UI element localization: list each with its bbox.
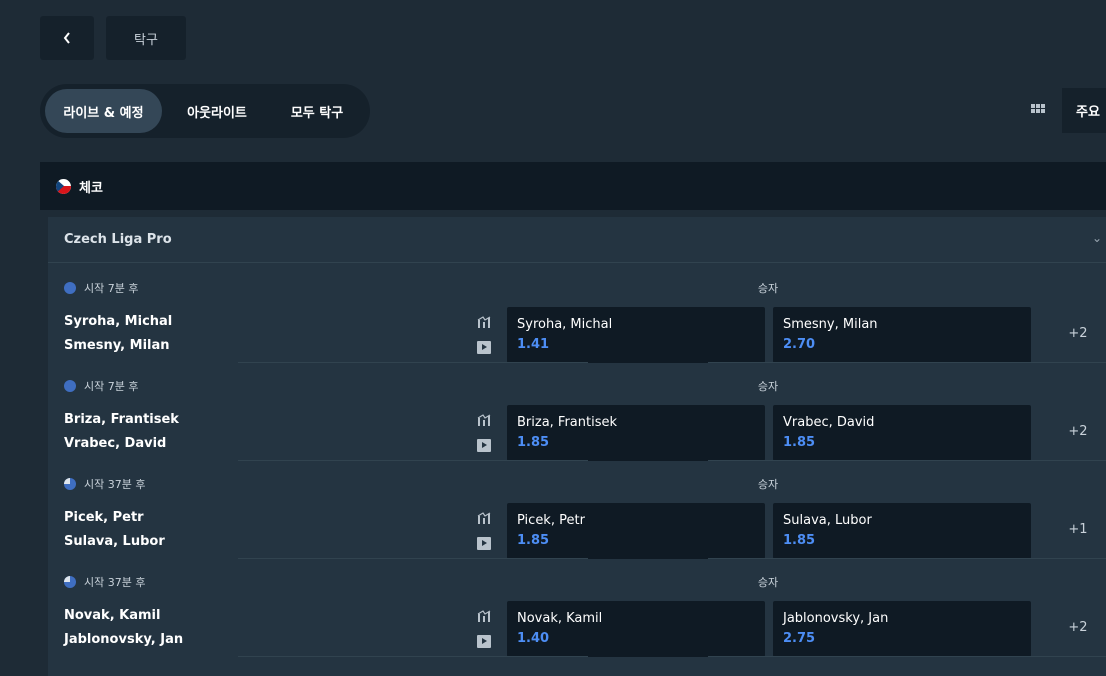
player-home[interactable]: Briza, Frantisek xyxy=(64,412,179,427)
stats-icon[interactable] xyxy=(477,414,491,426)
divider xyxy=(708,460,1106,461)
divider xyxy=(238,460,588,461)
live-stream-icon[interactable] xyxy=(477,635,491,648)
odds-button[interactable]: Picek, Petr 1.85 xyxy=(507,503,765,559)
tab-outrights[interactable]: 아웃라이트 xyxy=(162,89,272,133)
player-away[interactable]: Smesny, Milan xyxy=(64,338,170,353)
main-markets-button[interactable]: 주요 xyxy=(1062,88,1106,133)
match-row: 시작 7분 후 승자 Briza, Frantisek Vrabec, Davi… xyxy=(48,362,1106,461)
divider xyxy=(708,558,1106,559)
chevron-down-icon[interactable]: ⌄ xyxy=(1092,231,1102,245)
match-start-time: 시작 7분 후 xyxy=(64,280,138,296)
player-away[interactable]: Vrabec, David xyxy=(64,436,166,451)
grid-icon[interactable] xyxy=(1031,104,1045,113)
tab-all-table-tennis[interactable]: 모두 탁구 xyxy=(272,89,362,133)
divider xyxy=(238,362,588,363)
clock-icon xyxy=(64,380,76,392)
live-stream-icon[interactable] xyxy=(477,537,491,550)
top-bar: 탁구 xyxy=(40,16,186,60)
odds-button[interactable]: Vrabec, David 1.85 xyxy=(773,405,1031,461)
player-home[interactable]: Picek, Petr xyxy=(64,510,144,525)
match-start-time: 시작 37분 후 xyxy=(64,476,145,492)
country-header[interactable]: 체코 xyxy=(40,162,1106,210)
match-row: 시작 7분 후 승자 Syroha, Michal Smesny, Milan … xyxy=(48,264,1106,363)
divider xyxy=(708,656,1106,657)
divider xyxy=(238,558,588,559)
odds-button[interactable]: Novak, Kamil 1.40 xyxy=(507,601,765,657)
league-header[interactable]: Czech Liga Pro xyxy=(48,217,1106,263)
player-home[interactable]: Novak, Kamil xyxy=(64,608,160,623)
live-stream-icon[interactable] xyxy=(477,341,491,354)
back-button[interactable] xyxy=(40,16,94,60)
stats-icon[interactable] xyxy=(477,512,491,524)
market-label: 승자 xyxy=(757,478,779,491)
odds-button[interactable]: Sulava, Lubor 1.85 xyxy=(773,503,1031,559)
market-label: 승자 xyxy=(757,576,779,589)
clock-icon xyxy=(64,576,76,588)
match-row: 시작 37분 후 승자 Picek, Petr Sulava, Lubor Pi… xyxy=(48,460,1106,559)
live-stream-icon[interactable] xyxy=(477,439,491,452)
match-start-time: 시작 37분 후 xyxy=(64,574,145,590)
country-name: 체코 xyxy=(79,180,103,196)
player-home[interactable]: Syroha, Michal xyxy=(64,314,172,329)
stats-icon[interactable] xyxy=(477,316,491,328)
market-label: 승자 xyxy=(757,282,779,295)
filter-tabs: 라이브 & 예정 아웃라이트 모두 탁구 xyxy=(40,84,370,138)
tab-live-upcoming[interactable]: 라이브 & 예정 xyxy=(45,89,162,133)
match-start-time: 시작 7분 후 xyxy=(64,378,138,394)
breadcrumb-sport[interactable]: 탁구 xyxy=(106,16,186,60)
stats-icon[interactable] xyxy=(477,610,491,622)
odds-button[interactable]: Jablonovsky, Jan 2.75 xyxy=(773,601,1031,657)
league-name: Czech Liga Pro xyxy=(64,232,172,247)
odds-button[interactable]: Syroha, Michal 1.41 xyxy=(507,307,765,363)
more-markets-button[interactable]: +2 xyxy=(1058,424,1098,439)
more-markets-button[interactable]: +2 xyxy=(1058,620,1098,635)
more-markets-button[interactable]: +1 xyxy=(1058,522,1098,537)
czech-flag-icon xyxy=(56,178,71,194)
player-away[interactable]: Sulava, Lubor xyxy=(64,534,165,549)
odds-button[interactable]: Briza, Frantisek 1.85 xyxy=(507,405,765,461)
divider xyxy=(708,362,1106,363)
player-away[interactable]: Jablonovsky, Jan xyxy=(64,632,183,647)
clock-icon xyxy=(64,478,76,490)
clock-icon xyxy=(64,282,76,294)
odds-button[interactable]: Smesny, Milan 2.70 xyxy=(773,307,1031,363)
market-label: 승자 xyxy=(757,380,779,393)
match-row-partial xyxy=(48,656,1106,676)
match-row: 시작 37분 후 승자 Novak, Kamil Jablonovsky, Ja… xyxy=(48,558,1106,657)
more-markets-button[interactable]: +2 xyxy=(1058,326,1098,341)
chevron-left-icon xyxy=(63,32,70,44)
divider xyxy=(238,656,588,657)
league-panel: Czech Liga Pro ⌄ 시작 7분 후 승자 Syroha, Mich… xyxy=(48,217,1106,676)
